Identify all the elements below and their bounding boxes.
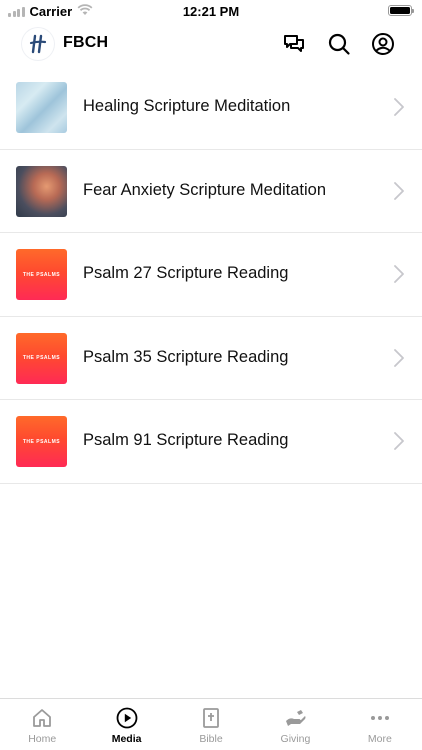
media-title: Psalm 35 Scripture Reading (83, 347, 289, 366)
search-icon[interactable] (327, 32, 351, 56)
media-thumbnail (16, 165, 67, 217)
list-item[interactable]: THE PSALMS Psalm 91 Scripture Reading (0, 400, 422, 484)
media-thumbnail: THE PSALMS (16, 332, 67, 384)
tab-label: Bible (199, 733, 223, 745)
tab-media[interactable]: Media (84, 699, 168, 750)
media-title: Psalm 27 Scripture Reading (83, 264, 289, 282)
chevron-right-icon (394, 265, 404, 283)
tab-bar: Home Media Bible Giving More (0, 698, 422, 750)
more-icon (369, 707, 391, 729)
profile-icon[interactable] (371, 32, 395, 56)
chevron-right-icon (394, 98, 404, 116)
app-screen: Carrier 12:21 PM FBCH Healing Scripture … (0, 0, 422, 750)
thumbnail-text: THE PSALMS (22, 271, 61, 278)
list-item[interactable]: Healing Scripture Meditation (0, 66, 422, 150)
bible-icon (200, 707, 222, 729)
tab-label: Media (111, 733, 142, 745)
media-list: Healing Scripture Meditation Fear Anxiet… (0, 66, 422, 484)
list-item[interactable]: Fear Anxiety Scripture Meditation (0, 150, 422, 233)
thumbnail-text: THE PSALMS (22, 438, 61, 445)
app-header: FBCH (0, 22, 422, 66)
tab-label: Giving (280, 733, 311, 745)
media-thumbnail (16, 82, 67, 133)
list-item[interactable]: THE PSALMS Psalm 35 Scripture Reading (0, 317, 422, 400)
home-icon (31, 707, 53, 729)
church-logo-icon[interactable] (22, 28, 54, 60)
status-bar: Carrier 12:21 PM (0, 0, 422, 22)
tab-label: More (367, 733, 392, 745)
tab-more[interactable]: More (338, 699, 422, 750)
tab-label: Home (28, 733, 57, 745)
brand-name: FBCH (63, 34, 109, 51)
play-icon (116, 707, 138, 729)
chevron-right-icon (394, 181, 404, 200)
status-time: 12:21 PM (182, 4, 240, 19)
thumbnail-text: THE PSALMS (22, 355, 61, 361)
tab-home[interactable]: Home (0, 699, 84, 750)
media-title: Healing Scripture Meditation (83, 97, 291, 115)
media-title: Psalm 91 Scripture Reading (83, 431, 289, 449)
tab-bible[interactable]: Bible (169, 699, 253, 750)
chat-icon[interactable] (282, 32, 306, 56)
media-thumbnail: THE PSALMS (16, 249, 67, 300)
chevron-right-icon (394, 348, 404, 367)
media-thumbnail: THE PSALMS (16, 416, 67, 467)
giving-icon (284, 707, 306, 729)
battery-icon (388, 5, 414, 16)
tab-giving[interactable]: Giving (253, 699, 337, 750)
list-item[interactable]: THE PSALMS Psalm 27 Scripture Reading (0, 233, 422, 317)
chevron-right-icon (394, 432, 404, 450)
media-title: Fear Anxiety Scripture Meditation (83, 180, 327, 199)
